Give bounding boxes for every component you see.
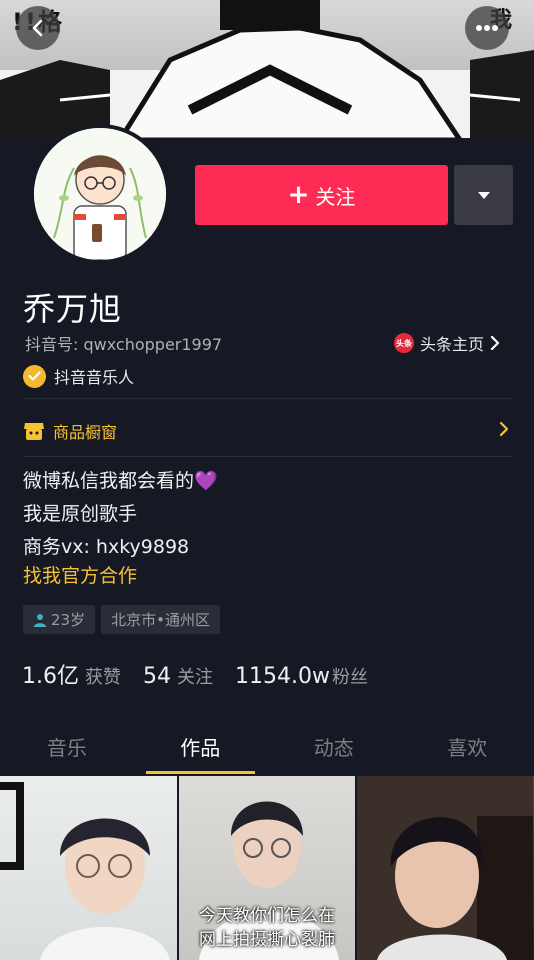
video-frame-image [0,782,170,960]
bio-line: 微博私信我都会看的💜 [23,470,218,492]
shop-label: 商品橱窗 [53,423,118,442]
following-stat[interactable]: 54 关注 [143,663,213,689]
person-icon [34,613,46,627]
tab-posts[interactable]: 动态 [267,718,401,774]
profile-tabs: 音乐 作品 动态 喜欢 [0,718,534,774]
video-thumbnail[interactable]: 今天教你们怎么在 网上拍摄撕心裂肺 [178,776,356,960]
following-label: 关注 [177,667,213,688]
likes-count: 1.6亿 [22,664,79,689]
chevron-right-icon [490,336,500,350]
chevron-left-icon [32,19,43,37]
tab-music[interactable]: 音乐 [0,718,134,774]
age-label: 23岁 [51,611,86,629]
divider [23,456,512,457]
video-frame-image [357,776,534,960]
video-grid: 今天教你们怎么在 网上拍摄撕心裂肺 [0,776,534,960]
verified-label: 抖音音乐人 [54,368,135,387]
avatar-illustration [34,128,166,260]
official-cooperation-link[interactable]: 找我官方合作 [23,561,137,588]
follow-label: 关注 [315,184,356,209]
chevron-right-icon [499,421,509,437]
shop-icon [24,423,44,440]
follow-button[interactable]: + 关注 [195,165,448,225]
profile-name: 乔万旭 [23,290,123,328]
video-caption-line: 今天教你们怎么在 [199,906,335,926]
toutiao-label: 头条主页 [420,335,485,354]
verified-badge: 抖音音乐人 [23,364,134,388]
followers-stat[interactable]: 1154.0w 粉丝 [235,663,368,689]
likes-label: 获赞 [85,667,121,688]
back-button[interactable] [16,6,60,50]
cover-illustration [0,0,534,140]
bio-line: 我是原创歌手 [23,503,138,525]
video-caption-line: 网上拍摄撕心裂肺 [199,930,335,950]
likes-stat: 1.6亿 获赞 [22,658,121,690]
more-button[interactable] [465,6,509,50]
shop-window-link[interactable]: 商品橱窗 [23,418,513,444]
plus-icon: + [287,180,310,210]
divider [23,398,512,399]
followers-count: 1154.0w [235,664,330,689]
recommend-dropdown-button[interactable] [454,165,513,225]
age-tag: 23岁 [23,605,96,634]
following-count: 54 [143,664,171,689]
location-tag: 北京市•通州区 [101,605,220,634]
tab-likes[interactable]: 喜欢 [401,718,534,774]
avatar[interactable] [30,124,170,264]
toutiao-icon: 头条 [394,333,414,353]
video-caption: 今天教你们怎么在 网上拍摄撕心裂肺 [179,904,356,952]
tab-works[interactable]: 作品 [134,718,268,774]
triangle-down-icon [477,191,490,199]
profile-tags: 23岁 北京市•通州区 [23,605,220,634]
more-dots-icon [476,25,498,31]
followers-label: 粉丝 [331,667,368,688]
verified-check-icon [23,364,46,388]
profile-cover: !!格 我 [0,0,534,140]
toutiao-homepage-link[interactable]: 头条 头条主页 [394,331,500,355]
profile-stats: 1.6亿 获赞 54 关注 1154.0w 粉丝 [22,658,390,690]
location-label: 北京市•通州区 [111,611,210,629]
bio-line: 商务vx: hxky9898 [23,536,190,558]
video-thumbnail[interactable] [357,776,534,960]
douyin-id: 抖音号: qwxchopper1997 [25,335,223,354]
video-thumbnail[interactable] [0,776,177,960]
